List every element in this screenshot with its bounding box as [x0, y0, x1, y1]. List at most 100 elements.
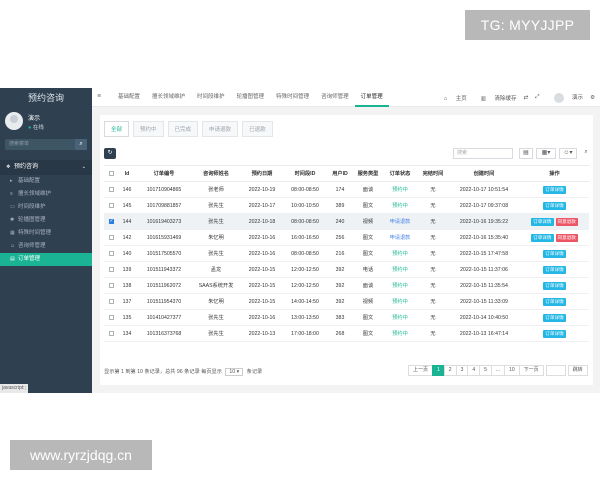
order-detail-button[interactable]: 订单详情 — [543, 313, 566, 322]
row-checkbox[interactable] — [104, 261, 118, 278]
row-checkbox[interactable] — [104, 293, 118, 310]
table-row[interactable]: 137 101511954370 朱忆明 2022-10-15 14:00-14:50 3… — [104, 293, 589, 310]
user-export-icon: ☺▾ — [563, 150, 573, 156]
cell-date: 2022-10-16 — [240, 309, 284, 326]
tab-all[interactable]: 全部 — [104, 121, 130, 137]
order-detail-button[interactable]: 订单详情 — [543, 201, 566, 210]
cell-actions: 订单详情 — [520, 261, 589, 278]
approve-refund-button[interactable]: 同意退款 — [555, 217, 578, 226]
table-row[interactable]: 138 101511962072 SAAS系统开发 2022-10-15 12:00-1… — [104, 277, 589, 294]
table-row[interactable]: 134 101316373768 张先生 2022-10-13 17:00-18:00 2… — [104, 325, 589, 342]
table-search-input[interactable]: 搜索 — [453, 148, 513, 159]
tab-booked[interactable]: 预约中 — [133, 121, 164, 137]
row-checkbox[interactable] — [104, 245, 118, 262]
order-detail-button[interactable]: 订单详情 — [531, 217, 554, 226]
col-id[interactable]: Id — [118, 165, 136, 182]
checkbox-box — [108, 314, 114, 320]
col-user-id[interactable]: 用户ID — [326, 165, 354, 182]
clear-cache-button[interactable]: ▥ 清除缓存 — [474, 94, 517, 102]
col-order-no[interactable]: 订单编号 — [136, 165, 192, 182]
table-row[interactable]: 135 101410427377 张先生 2022-10-16 13:00-13:50 3… — [104, 309, 589, 326]
refresh-button[interactable]: ↻ — [104, 148, 116, 159]
tab-special-time[interactable]: 特殊时间管理 — [270, 88, 315, 107]
cell-order-no: 101709881857 — [136, 197, 192, 214]
toggle-view-button[interactable]: ▤ — [519, 148, 533, 159]
order-detail-button[interactable]: 订单详情 — [543, 265, 566, 274]
avatar[interactable] — [5, 112, 23, 130]
sidebar-item-appointment[interactable]: ❖ 预约咨询 ⌄ — [0, 160, 92, 175]
row-checkbox[interactable] — [104, 309, 118, 326]
approve-refund-button[interactable]: 同意退款 — [555, 233, 578, 242]
translate-icon[interactable]: ⇄ — [524, 95, 529, 101]
page-jump-button[interactable]: 跳转 — [567, 365, 588, 376]
page-size-select[interactable]: 10 ▾ — [225, 368, 244, 376]
table-row[interactable]: 142 101615931469 朱忆明 2022-10-16 16:00-16:50 2… — [104, 229, 589, 246]
next-page-button[interactable]: 下一页 — [518, 365, 544, 376]
row-checkbox[interactable] — [104, 181, 118, 198]
sidebar-item-special-time[interactable]: ▦ 特殊时间管理 — [0, 227, 92, 240]
fullscreen-icon[interactable]: ⤢ — [535, 94, 539, 101]
row-checkbox[interactable] — [104, 213, 118, 230]
advanced-search-button[interactable]: ⌕ — [580, 148, 592, 159]
search-icon[interactable]: ⌕ — [75, 139, 87, 150]
tab-orders[interactable]: 订单管理 — [354, 88, 389, 107]
sidebar-item-config[interactable]: ▸ 基础配置 — [0, 175, 92, 188]
col-date[interactable]: 预约日期 — [240, 165, 284, 182]
table-row[interactable]: 140 101517505570 张先生 2022-10-16 08:00-08:50 2… — [104, 245, 589, 262]
cell-slot: 08:00-08:50 — [284, 181, 326, 198]
hamburger-icon[interactable]: ≡ — [97, 93, 101, 100]
cell-finish-time: 无 — [418, 197, 448, 214]
cubes-icon: ❖ — [6, 164, 11, 170]
col-created[interactable]: 创建时间 — [448, 165, 520, 182]
tab-completed[interactable]: 已完成 — [167, 121, 199, 137]
col-status[interactable]: 订单状态 — [382, 165, 418, 182]
row-checkbox[interactable] — [104, 229, 118, 246]
export-button[interactable]: ☺▾ — [559, 148, 577, 159]
sidebar-item-timeslots[interactable]: ▭ 时间段维护 — [0, 201, 92, 214]
col-service-type[interactable]: 服务类型 — [354, 165, 382, 182]
order-detail-button[interactable]: 订单详情 — [543, 297, 566, 306]
order-detail-button[interactable]: 订单详情 — [543, 249, 566, 258]
tab-carousel[interactable]: 轮播图管理 — [231, 88, 271, 107]
table-row[interactable]: 146 101710904865 张老师 2022-10-19 08:00-08:50 1… — [104, 181, 589, 198]
row-checkbox[interactable] — [104, 325, 118, 342]
sidebar-item-carousel[interactable]: ✱ 轮播图管理 — [0, 214, 92, 227]
tab-refunded[interactable]: 已退款 — [242, 121, 273, 137]
cell-service-type: 视频 — [354, 213, 382, 230]
order-detail-button[interactable]: 订单详情 — [531, 233, 554, 242]
cell-order-no: 101410427377 — [136, 309, 192, 326]
sidebar-item-fields[interactable]: ≡ 擅长领域维护 — [0, 188, 92, 201]
page-jump-input[interactable] — [545, 365, 566, 376]
tab-refund-requested[interactable]: 申请退款 — [202, 121, 239, 137]
columns-button[interactable]: ▦▾ — [536, 148, 556, 159]
tab-config[interactable]: 基础配置 — [112, 88, 146, 107]
order-detail-button[interactable]: 订单详情 — [543, 281, 566, 290]
settings-icon[interactable]: ⚙ — [590, 95, 595, 101]
table-row[interactable]: 144101619403273张先生2022-10-1808:00-08:502… — [104, 213, 589, 230]
col-slot[interactable]: 时间段ID — [284, 165, 326, 182]
tab-timeslots[interactable]: 时间段维护 — [191, 88, 231, 107]
home-link[interactable]: ⌂ 主页 — [437, 94, 467, 102]
select-all-checkbox[interactable] — [104, 165, 118, 182]
page-button-10[interactable]: 10 — [504, 365, 520, 376]
col-counselor[interactable]: 咨询师姓名 — [192, 165, 240, 182]
sidebar-menu: ❖ 预约咨询 ⌄ ▸ 基础配置 ≡ 擅长领域维护 ▭ 时间段维护 ✱ 轮播图管理 ▦ 特殊时间… — [0, 160, 92, 266]
row-checkbox[interactable] — [104, 197, 118, 214]
tab-fields[interactable]: 擅长领域维护 — [146, 88, 191, 107]
tab-counselors[interactable]: 咨询师管理 — [315, 88, 355, 107]
table-row[interactable]: 139 101511943372 孟龙 2022-10-15 12:00-12:50 39… — [104, 261, 589, 278]
row-checkbox[interactable] — [104, 277, 118, 294]
user-menu[interactable]: 演示 — [547, 92, 583, 103]
prev-page-button[interactable]: 上一页 — [408, 365, 434, 376]
cell-counselor: 朱忆明 — [192, 229, 240, 246]
cell-slot: 12:00-12:50 — [284, 261, 326, 278]
col-finish-time[interactable]: 完结时间 — [418, 165, 448, 182]
table-row[interactable]: 145 101709881857 张先生 2022-10-17 10:00-10:50 3… — [104, 197, 589, 214]
sidebar-search-input[interactable]: 搜索菜单 ⌕ — [5, 139, 87, 150]
cell-date: 2022-10-19 — [240, 181, 284, 198]
sidebar-item-orders[interactable]: ▤ 订单管理 — [0, 253, 92, 266]
sidebar-item-counselors[interactable]: ☺ 咨询师管理 — [0, 240, 92, 253]
order-detail-button[interactable]: 订单详情 — [543, 185, 566, 194]
order-detail-button[interactable]: 订单详情 — [543, 329, 566, 338]
search-icon: ⌕ — [584, 149, 588, 155]
